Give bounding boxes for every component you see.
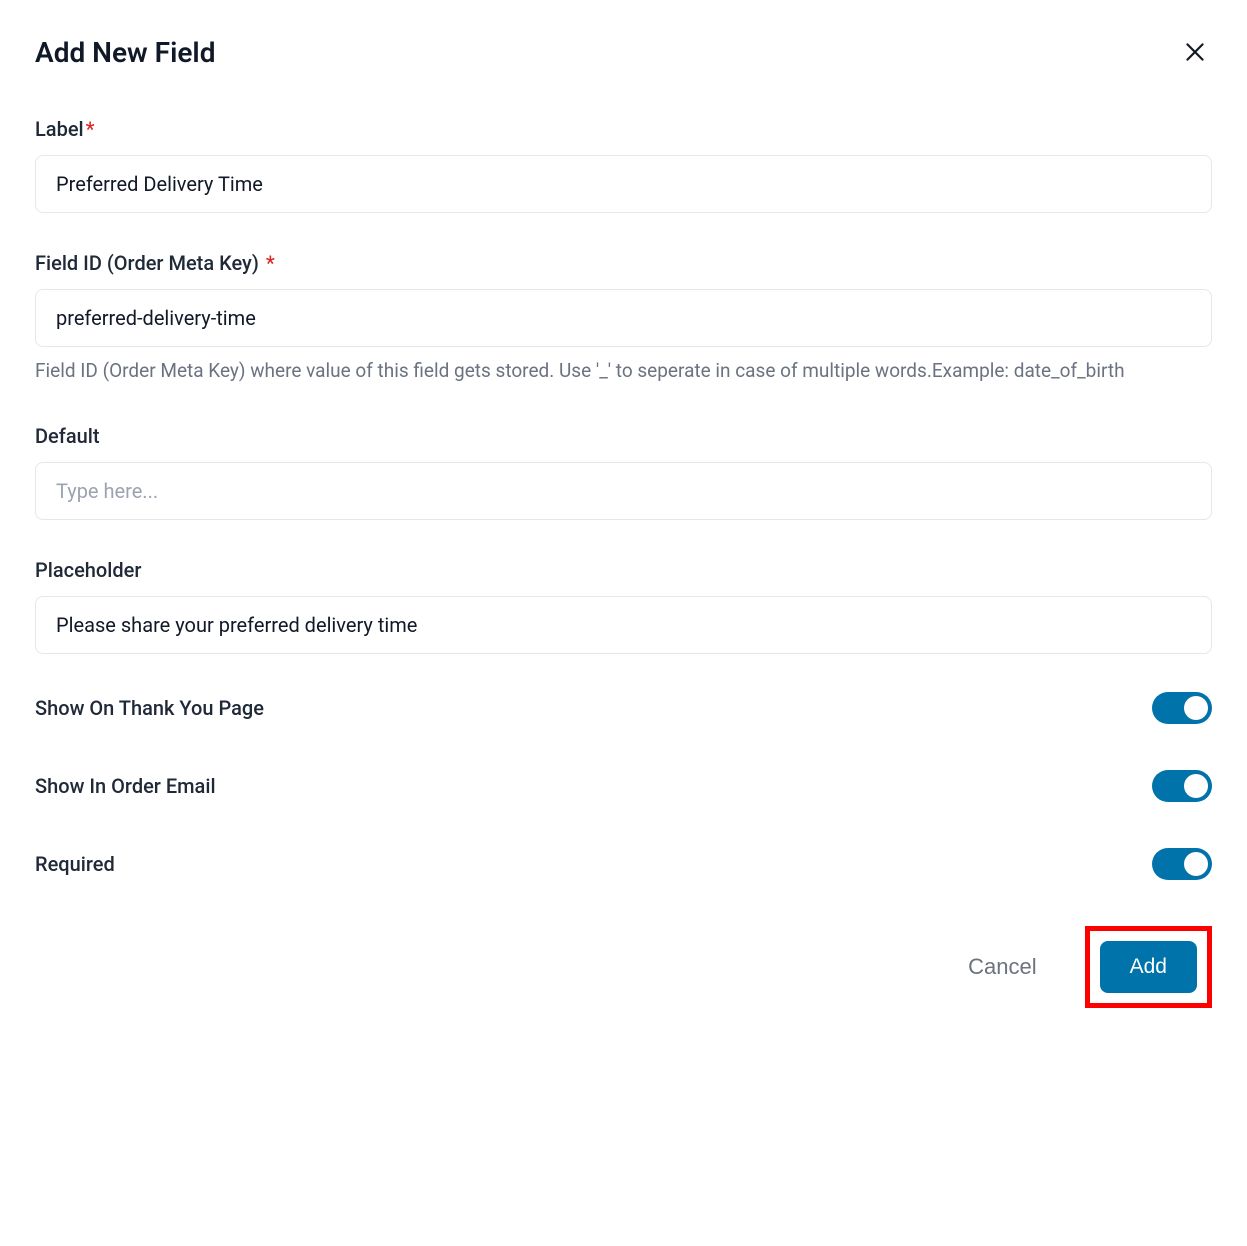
add-button-highlight: Add	[1085, 926, 1212, 1008]
label-text: Field ID (Order Meta Key)	[35, 251, 259, 275]
thank-you-toggle[interactable]	[1152, 692, 1212, 724]
label-field-label: Label*	[35, 117, 1212, 141]
required-asterisk: *	[86, 117, 95, 141]
label-input[interactable]	[35, 155, 1212, 213]
order-email-toggle-label: Show In Order Email	[35, 774, 216, 798]
toggle-knob	[1184, 852, 1208, 876]
placeholder-field-label: Placeholder	[35, 558, 1212, 582]
add-button[interactable]: Add	[1100, 941, 1197, 993]
field-id-label: Field ID (Order Meta Key) *	[35, 251, 1212, 275]
dialog-title: Add New Field	[35, 36, 215, 69]
close-icon	[1182, 39, 1208, 65]
close-button[interactable]	[1178, 35, 1212, 69]
field-id-help-text: Field ID (Order Meta Key) where value of…	[35, 357, 1212, 386]
label-text: Label	[35, 117, 84, 141]
thank-you-toggle-label: Show On Thank You Page	[35, 696, 264, 720]
toggle-knob	[1184, 696, 1208, 720]
required-toggle-label: Required	[35, 852, 115, 876]
cancel-button[interactable]: Cancel	[964, 946, 1040, 988]
default-field-label: Default	[35, 424, 1212, 448]
order-email-toggle[interactable]	[1152, 770, 1212, 802]
toggle-knob	[1184, 774, 1208, 798]
required-asterisk: *	[266, 251, 275, 275]
field-id-input[interactable]	[35, 289, 1212, 347]
required-toggle[interactable]	[1152, 848, 1212, 880]
default-input[interactable]	[35, 462, 1212, 520]
placeholder-input[interactable]	[35, 596, 1212, 654]
